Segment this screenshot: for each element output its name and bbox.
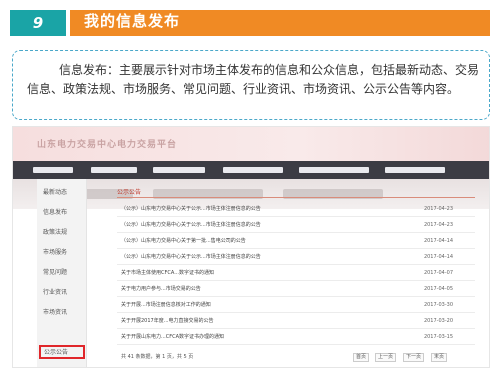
list-item[interactable]: 关于市场主体使用CFCA...数字证书的通知 2017-04-07 bbox=[117, 265, 475, 281]
panel-title: 公示公告 bbox=[117, 189, 142, 196]
sidebar-item[interactable]: 市场资讯 bbox=[43, 307, 83, 321]
nav-item[interactable] bbox=[91, 167, 137, 173]
list-item[interactable]: （公示）山东电力交易中心关于第一批...售电公司的公告 2017-04-14 bbox=[117, 233, 475, 249]
item-date: 2017-04-23 bbox=[423, 206, 453, 212]
item-date: 2017-04-14 bbox=[423, 254, 453, 260]
list-item[interactable]: （公示）山东电力交易中心关于公示...市场主体注册信息的公告 2017-04-1… bbox=[117, 249, 475, 265]
sidebar-item[interactable]: 行业资讯 bbox=[43, 287, 83, 301]
list-item[interactable]: 关于开展山东电力...CFCA数字证书办理的通知 2017-03-15 bbox=[117, 329, 475, 345]
slide-header: 9 我的信息发布 bbox=[0, 10, 500, 36]
sidebar-item[interactable]: 市场服务 bbox=[43, 247, 83, 261]
list-item[interactable]: 关于电力用户参与...市场交易的公告 2017-04-05 bbox=[117, 281, 475, 297]
item-date: 2017-03-30 bbox=[423, 302, 453, 308]
item-title[interactable]: （公示）山东电力交易中心关于公示...市场主体注册信息的公告 bbox=[121, 201, 369, 217]
sidebar-item-announcements[interactable]: 公示公告 bbox=[39, 345, 85, 359]
last-page-button[interactable]: 末页 bbox=[431, 353, 448, 362]
list-item[interactable]: 关于开展2017年度...电力直接交易的公告 2017-03-20 bbox=[117, 313, 475, 329]
slide-title: 我的信息发布 bbox=[84, 12, 181, 30]
description-text: 信息发布：主要展示针对市场主体发布的信息和公众信息，包括最新动态、交易信息、政策… bbox=[27, 63, 480, 96]
pagination-summary: 共 41 条数据，第 1 页，共 5 页 bbox=[121, 354, 194, 360]
slide-number: 9 bbox=[10, 10, 66, 36]
site-sidebar: 最新动态 信息发布 政策法规 市场服务 常见问题 行业资讯 市场资讯 公示公告 bbox=[37, 179, 87, 367]
item-title[interactable]: 关于市场主体使用CFCA...数字证书的通知 bbox=[121, 265, 369, 281]
first-page-button[interactable]: 首页 bbox=[353, 353, 370, 362]
item-date: 2017-03-20 bbox=[423, 318, 453, 324]
sidebar-item[interactable]: 政策法规 bbox=[43, 227, 83, 241]
nav-item[interactable] bbox=[385, 167, 445, 173]
item-title[interactable]: 关于开展...市场注册信息核对工作的通知 bbox=[121, 297, 369, 313]
item-date: 2017-04-14 bbox=[423, 238, 453, 244]
item-title[interactable]: （公示）山东电力交易中心关于公示...市场主体注册信息的公告 bbox=[121, 217, 369, 233]
item-title[interactable]: 关于开展2017年度...电力直接交易的公告 bbox=[121, 313, 369, 329]
nav-item[interactable] bbox=[299, 167, 369, 173]
item-title[interactable]: 关于电力用户参与...市场交易的公告 bbox=[121, 281, 369, 297]
nav-item[interactable] bbox=[223, 167, 283, 173]
item-title[interactable]: 关于开展山东电力...CFCA数字证书办理的通知 bbox=[121, 329, 369, 345]
sidebar-item[interactable]: 信息发布 bbox=[43, 207, 83, 221]
list-item[interactable]: 关于开展...市场注册信息核对工作的通知 2017-03-30 bbox=[117, 297, 475, 313]
nav-item[interactable] bbox=[33, 167, 73, 173]
item-title[interactable]: （公示）山东电力交易中心关于公示...市场主体注册信息的公告 bbox=[121, 249, 369, 265]
site-banner: 山东电力交易中心电力交易平台 bbox=[13, 127, 489, 161]
item-date: 2017-04-05 bbox=[423, 286, 453, 292]
announcement-panel: 公示公告 （公示）山东电力交易中心关于公示...市场主体注册信息的公告 2017… bbox=[117, 179, 475, 365]
site-logo: 山东电力交易中心电力交易平台 bbox=[37, 140, 178, 150]
item-date: 2017-03-15 bbox=[423, 334, 453, 340]
list-item[interactable]: （公示）山东电力交易中心关于公示...市场主体注册信息的公告 2017-04-2… bbox=[117, 217, 475, 233]
next-page-button[interactable]: 下一页 bbox=[403, 353, 425, 362]
nav-item[interactable] bbox=[153, 167, 205, 173]
item-title[interactable]: （公示）山东电力交易中心关于第一批...售电公司的公告 bbox=[121, 233, 369, 249]
sidebar-item[interactable]: 常见问题 bbox=[43, 267, 83, 281]
divider bbox=[117, 197, 475, 198]
prev-page-button[interactable]: 上一页 bbox=[375, 353, 397, 362]
list-item[interactable]: （公示）山东电力交易中心关于公示...市场主体注册信息的公告 2017-04-2… bbox=[117, 201, 475, 217]
item-date: 2017-04-07 bbox=[423, 270, 453, 276]
sidebar-item[interactable]: 最新动态 bbox=[43, 187, 83, 201]
site-nav-bar bbox=[13, 161, 489, 179]
item-date: 2017-04-23 bbox=[423, 222, 453, 228]
description-box: 信息发布：主要展示针对市场主体发布的信息和公众信息，包括最新动态、交易信息、政策… bbox=[12, 50, 490, 120]
website-screenshot: 山东电力交易中心电力交易平台 最新动态 信息发布 政策法规 市场服务 常见问题 … bbox=[12, 126, 490, 368]
